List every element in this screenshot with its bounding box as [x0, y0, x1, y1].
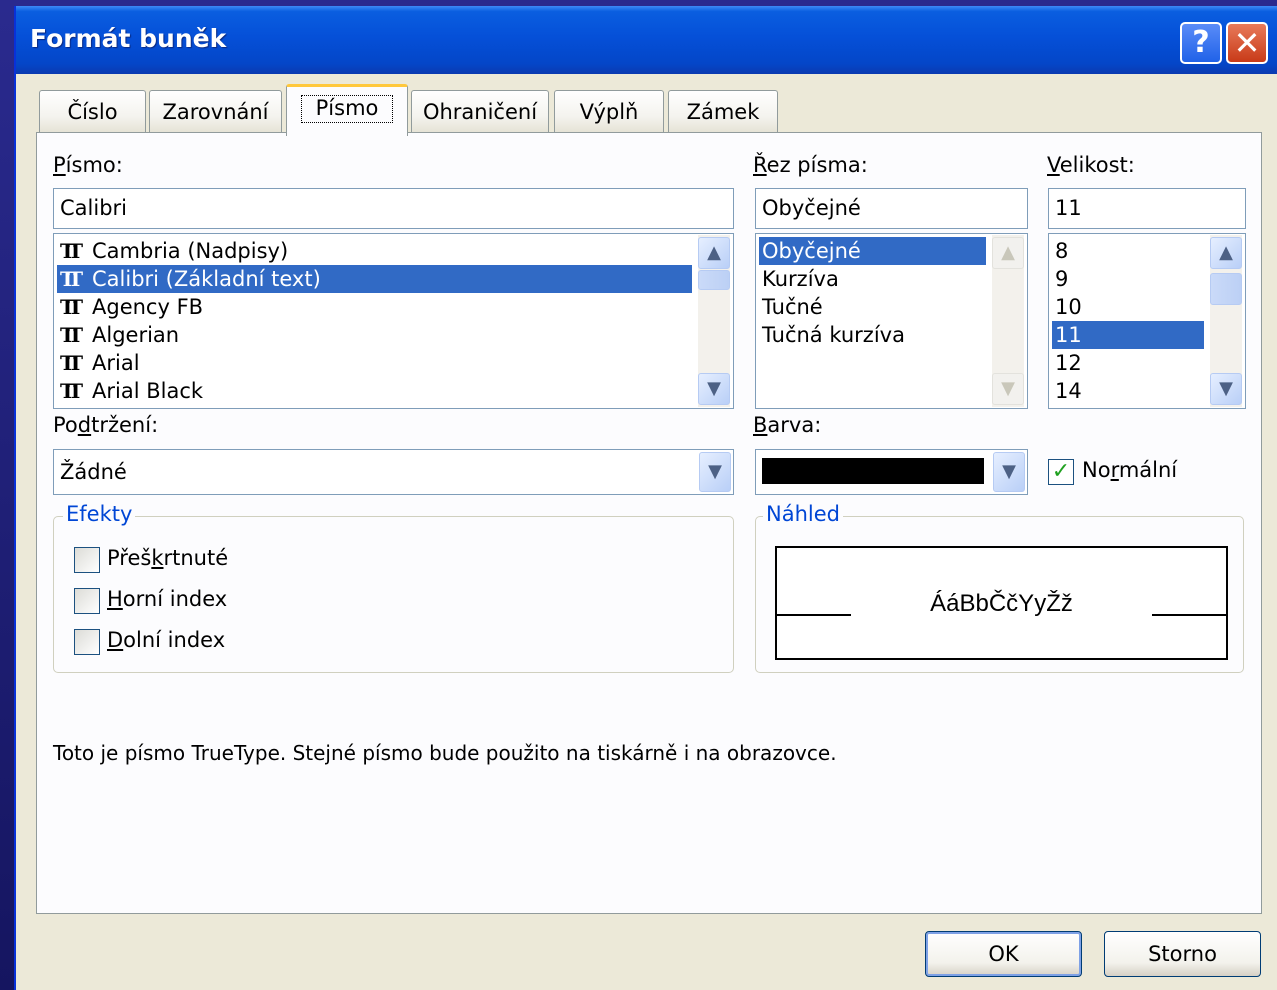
subscript-label: Dolní index — [107, 628, 226, 652]
font-input[interactable]: Calibri — [53, 188, 734, 229]
superscript-checkbox[interactable] — [74, 588, 100, 614]
window-title: Formát buněk — [30, 24, 227, 53]
underline-select[interactable]: Žádné ▼ — [53, 449, 734, 495]
ok-button[interactable]: OK — [925, 931, 1082, 977]
cancel-button[interactable]: Storno — [1104, 931, 1261, 977]
size-list[interactable]: 8 9 10 11 12 14 ▲ ▼ — [1048, 233, 1246, 409]
help-icon[interactable]: ? — [1180, 22, 1222, 64]
color-label: Barva: — [753, 413, 822, 437]
preview-title: Náhled — [763, 502, 843, 526]
style-input[interactable]: Obyčejné — [755, 188, 1028, 229]
list-item[interactable]: 9 — [1052, 265, 1204, 293]
list-item[interactable]: Tučné — [759, 293, 986, 321]
chevron-up-icon[interactable]: ▲ — [992, 237, 1024, 269]
list-item[interactable]: TT Algerian — [57, 321, 692, 349]
color-select[interactable]: ▼ — [755, 449, 1028, 495]
tab-vypln[interactable]: Výplň — [554, 90, 664, 134]
truetype-icon: TT — [60, 351, 83, 375]
strikethrough-checkbox[interactable] — [74, 547, 100, 573]
chevron-down-icon[interactable]: ▼ — [699, 452, 731, 492]
tab-zamek[interactable]: Zámek — [668, 90, 778, 134]
list-item[interactable]: 12 — [1052, 349, 1204, 377]
list-item[interactable]: TT Arial Black — [57, 377, 692, 405]
list-item[interactable]: Tučná kurzíva — [759, 321, 986, 349]
chevron-up-icon[interactable]: ▲ — [698, 237, 730, 269]
size-input[interactable]: 11 — [1048, 188, 1246, 229]
size-list-scrollbar[interactable]: ▲ ▼ — [1210, 235, 1242, 407]
subscript-checkbox[interactable] — [74, 629, 100, 655]
scroll-thumb[interactable] — [1210, 273, 1242, 305]
underline-value: Žádné — [60, 460, 127, 484]
preview-box: ÁáBbČčYyŽž — [775, 546, 1228, 660]
close-icon[interactable]: ✕ — [1226, 22, 1268, 64]
list-item-selected[interactable]: 11 — [1052, 321, 1204, 349]
style-list[interactable]: Obyčejné Kurzíva Tučné Tučná kurzíva ▲ ▼ — [755, 233, 1028, 409]
chevron-down-icon[interactable]: ▼ — [698, 373, 730, 405]
truetype-icon: TT — [60, 267, 83, 291]
preview-sample: ÁáBbČčYyŽž — [930, 590, 1073, 617]
list-item-selected[interactable]: Obyčejné — [759, 237, 986, 265]
list-item[interactable]: Kurzíva — [759, 265, 986, 293]
title-bar[interactable]: Formát buněk ? ✕ — [16, 6, 1277, 74]
font-list-scrollbar[interactable]: ▲ ▼ — [698, 235, 730, 407]
truetype-icon: TT — [60, 379, 83, 403]
list-item[interactable]: 10 — [1052, 293, 1204, 321]
tab-cislo[interactable]: Číslo — [39, 90, 146, 134]
color-swatch — [762, 458, 984, 484]
strikethrough-label: Přeškrtnuté — [107, 546, 229, 570]
list-item[interactable]: 14 — [1052, 377, 1204, 405]
superscript-label: Horní index — [107, 587, 228, 611]
normal-checkbox[interactable]: ✓ — [1048, 459, 1074, 485]
tab-zarovnani[interactable]: Zarovnání — [149, 90, 282, 134]
chevron-up-icon[interactable]: ▲ — [1210, 237, 1242, 269]
font-label: Písmo: — [53, 153, 123, 177]
truetype-icon: TT — [60, 295, 83, 319]
chevron-down-icon[interactable]: ▼ — [992, 373, 1024, 405]
style-list-scrollbar[interactable]: ▲ ▼ — [992, 235, 1024, 407]
tab-ohraniceni[interactable]: Ohraničení — [411, 90, 549, 134]
list-item[interactable]: TT Arial — [57, 349, 692, 377]
list-item-selected[interactable]: TT Calibri (Základní text) — [57, 265, 692, 293]
font-list[interactable]: TT Cambria (Nadpisy) TT Calibri (Základní … — [53, 233, 734, 409]
format-cells-dialog: Formát buněk ? ✕ Číslo Zarovnání Písmo O… — [14, 6, 1277, 990]
list-item[interactable]: 8 — [1052, 237, 1204, 265]
chevron-down-icon[interactable]: ▼ — [993, 452, 1025, 492]
tab-pismo[interactable]: Písmo — [286, 84, 408, 136]
style-label: Řez písma: — [753, 153, 868, 177]
truetype-icon: TT — [60, 323, 83, 347]
scroll-thumb[interactable] — [698, 270, 730, 290]
list-item[interactable]: TT Agency FB — [57, 293, 692, 321]
effects-title: Efekty — [63, 502, 136, 526]
chevron-down-icon[interactable]: ▼ — [1210, 373, 1242, 405]
info-text: Toto je písmo TrueType. Stejné písmo bud… — [53, 741, 837, 765]
font-tab-panel: Písmo: Calibri TT Cambria (Nadpisy) TT Cal… — [36, 132, 1262, 914]
list-item[interactable]: TT Cambria (Nadpisy) — [57, 237, 692, 265]
underline-label: Podtržení: — [53, 413, 159, 437]
truetype-icon: TT — [60, 239, 83, 263]
normal-label: Normální — [1082, 458, 1178, 482]
size-label: Velikost: — [1047, 153, 1135, 177]
